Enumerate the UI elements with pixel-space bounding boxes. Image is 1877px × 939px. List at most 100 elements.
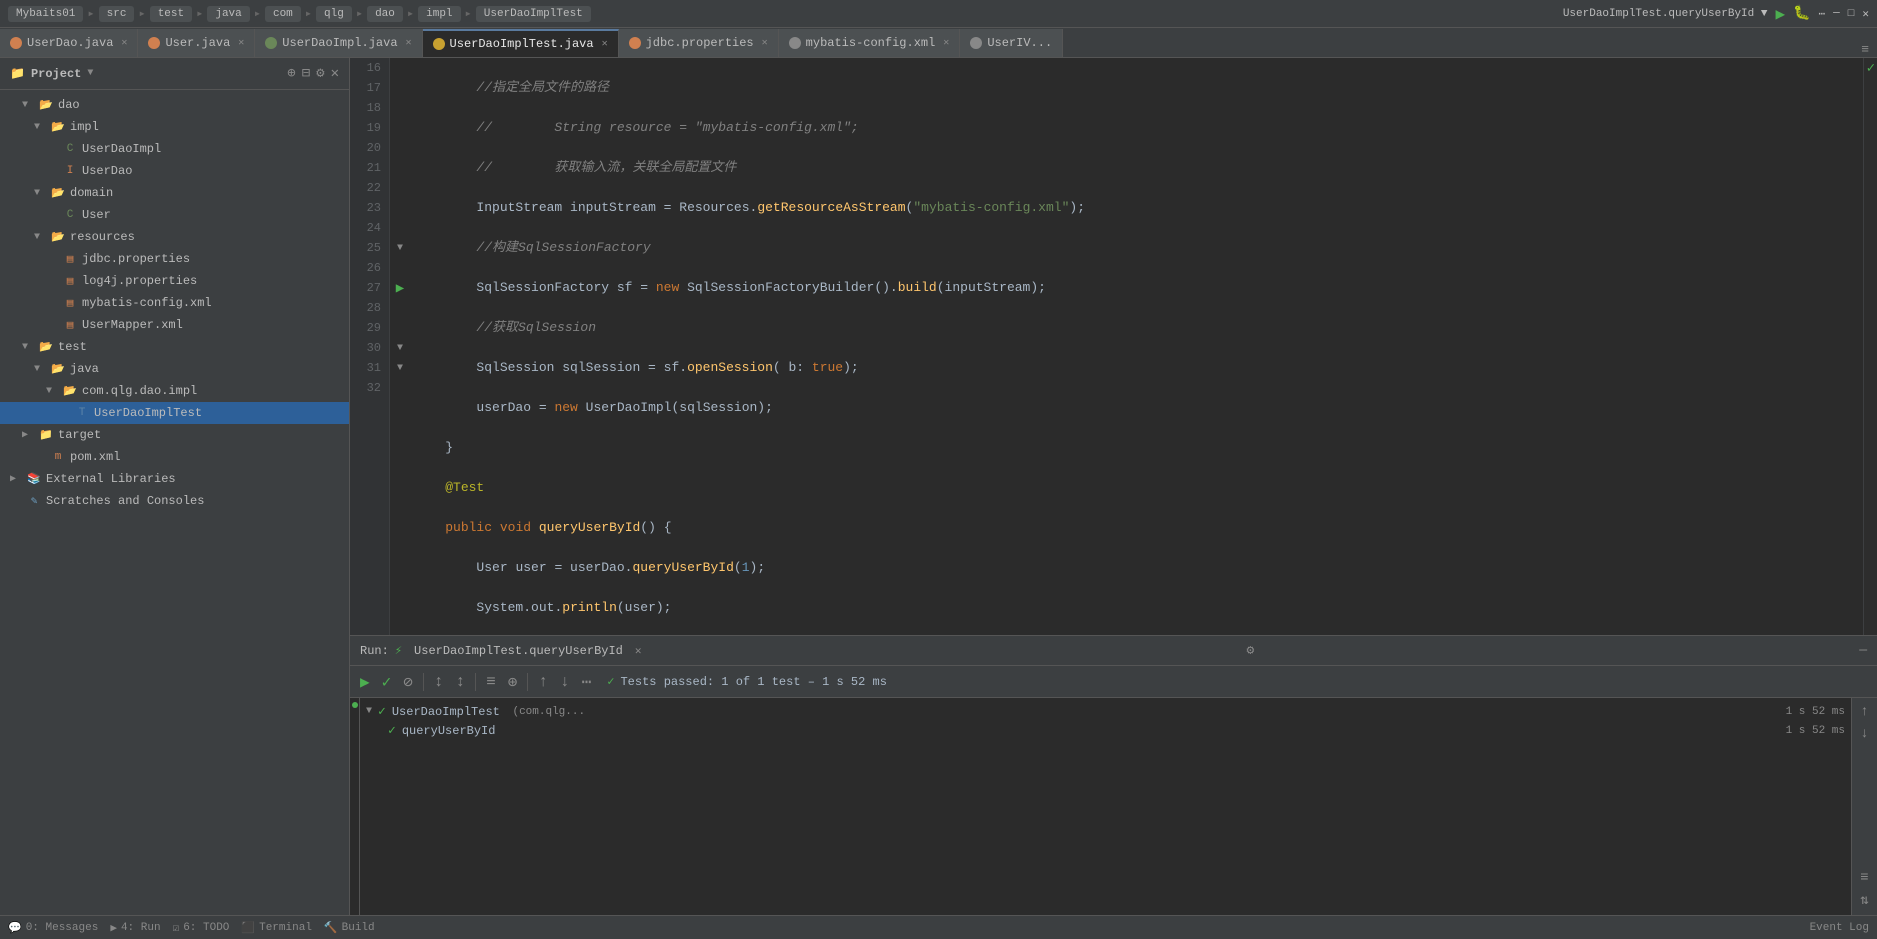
sidebar-settings-icon[interactable]: ⚙ (316, 65, 324, 82)
tab-jdbc[interactable]: jdbc.properties ✕ (619, 29, 779, 57)
status-event-log[interactable]: Event Log (1810, 922, 1869, 934)
run-tree-expand: ▼ (366, 706, 372, 717)
tree-item-package[interactable]: ▼ 📂 com.qlg.dao.impl (0, 380, 349, 402)
title-tab-impl[interactable]: impl (418, 6, 460, 22)
gutter-22 (390, 178, 410, 198)
tab-close-userdaoimpltest[interactable]: ✕ (602, 38, 608, 50)
run-filter-button[interactable]: ≡ (482, 671, 500, 693)
code-line-18: // 获取输入流，关联全局配置文件 (414, 158, 1863, 178)
title-tab-qlg[interactable]: qlg (316, 6, 352, 22)
run-settings-icon[interactable]: ⚙ (1246, 643, 1254, 658)
run-right-menu[interactable]: ≡ (1858, 868, 1870, 888)
run-tab-close[interactable]: ✕ (635, 644, 642, 658)
run-tree-item-class[interactable]: ▼ ✓ UserDaoImplTest (com.qlg... 1 s 52 m… (360, 702, 1851, 721)
code-line-27: public void queryUserById() { (414, 518, 1863, 538)
main-area: 📁 Project ▼ ⊕ ⊟ ⚙ ✕ ▼ 📂 dao (0, 58, 1877, 915)
gutter-31: ▼ (390, 358, 410, 378)
tree-item-log4j[interactable]: ▤ log4j.properties (0, 270, 349, 292)
run-scroll-up[interactable]: ↑ (1858, 702, 1870, 722)
tab-mybatis[interactable]: mybatis-config.xml ✕ (779, 29, 961, 57)
run-up-button[interactable]: ↑ (534, 671, 552, 693)
minimize-button[interactable]: ─ (1833, 8, 1840, 20)
more-button[interactable]: ⋯ (1819, 7, 1826, 21)
tab-user[interactable]: User.java ✕ (138, 29, 255, 57)
code-container[interactable]: 16 17 18 19 20 21 22 23 24 25 26 27 28 2… (350, 58, 1877, 635)
tab-close-user[interactable]: ✕ (238, 37, 244, 49)
run-play-button[interactable]: ▶ (356, 670, 374, 694)
code-content[interactable]: //指定全局文件的路径 // String resource = "mybati… (410, 58, 1863, 635)
run-config-dropdown[interactable]: UserDaoImplTest.queryUserById ▼ (1563, 8, 1768, 20)
run-right-extra[interactable]: ⇅ (1858, 890, 1870, 911)
ln-31: 31 (354, 358, 381, 378)
tree-item-resources[interactable]: ▼ 📂 resources (0, 226, 349, 248)
tree-item-impl[interactable]: ▼ 📂 impl (0, 116, 349, 138)
run-button[interactable]: ▶ (1775, 4, 1785, 24)
sidebar-close-icon[interactable]: ✕ (331, 65, 339, 82)
tree-item-userdaoimpl[interactable]: C UserDaoImpl (0, 138, 349, 160)
tree-item-domain[interactable]: ▼ 📂 domain (0, 182, 349, 204)
tab-close-mybatis[interactable]: ✕ (943, 37, 949, 49)
tree-item-jdbc[interactable]: ▤ jdbc.properties (0, 248, 349, 270)
run-scroll-down[interactable]: ↓ (1858, 724, 1870, 744)
status-messages[interactable]: 💬 0: Messages (8, 921, 98, 935)
title-sep2: ▸ (138, 6, 145, 21)
run-check-button[interactable]: ✓ (378, 670, 396, 694)
title-tab-src[interactable]: src (99, 6, 135, 22)
tree-item-user[interactable]: C User (0, 204, 349, 226)
sidebar-collapse-icon[interactable]: ⊟ (302, 65, 310, 82)
code-line-21: SqlSessionFactory sf = new SqlSessionFac… (414, 278, 1863, 298)
sidebar-title-label: Project (31, 67, 81, 81)
title-tab-test[interactable]: test (150, 6, 192, 22)
tab-userdaoimpl[interactable]: UserDaoImpl.java ✕ (255, 29, 422, 57)
status-todo[interactable]: ☑ 6: TODO (173, 921, 230, 935)
tab-close-userdao[interactable]: ✕ (121, 37, 127, 49)
title-tab-dao[interactable]: dao (367, 6, 403, 22)
tab-close-userdaoimpl[interactable]: ✕ (406, 37, 412, 49)
run-more-button[interactable]: ⋯ (578, 670, 596, 694)
status-build[interactable]: 🔨 Build (324, 921, 375, 935)
run-sort-asc-button[interactable]: ↕ (430, 671, 448, 693)
run-stop-button[interactable]: ⊘ (399, 670, 417, 694)
tree-item-userdaoimpltest[interactable]: T UserDaoImplTest (0, 402, 349, 424)
tree-item-scratches[interactable]: ✎ Scratches and Consoles (0, 490, 349, 512)
code-line-22: //获取SqlSession (414, 318, 1863, 338)
title-tab-com[interactable]: com (265, 6, 301, 22)
title-tab-mybaits[interactable]: Mybaits01 (8, 6, 83, 22)
sidebar-locate-icon[interactable]: ⊕ (287, 65, 295, 82)
code-line-26: @Test (414, 478, 1863, 498)
tree-item-usermapper[interactable]: ▤ UserMapper.xml (0, 314, 349, 336)
file-icon-userdao: I (62, 163, 78, 179)
sidebar-dropdown-icon[interactable]: ▼ (87, 68, 93, 79)
run-expand-button[interactable]: ⊕ (504, 670, 522, 694)
tab-userdao[interactable]: UserDao.java ✕ (0, 29, 138, 57)
sidebar-icons: ⊕ ⊟ ⚙ ✕ (287, 65, 339, 82)
run-tab-label[interactable]: UserDaoImplTest.queryUserById (408, 642, 629, 660)
run-tree-item-method[interactable]: ✓ queryUserById 1 s 52 ms (360, 721, 1851, 740)
run-tree: ▼ ✓ UserDaoImplTest (com.qlg... 1 s 52 m… (360, 698, 1851, 915)
tree-item-mybatis[interactable]: ▤ mybatis-config.xml (0, 292, 349, 314)
tab-label-jdbc: jdbc.properties (646, 36, 754, 50)
tab-useriv[interactable]: UserIV... (960, 29, 1063, 57)
tree-item-test[interactable]: ▼ 📂 test (0, 336, 349, 358)
tree-item-pom[interactable]: m pom.xml (0, 446, 349, 468)
run-minimize-icon[interactable]: ─ (1859, 643, 1867, 658)
tree-item-dao[interactable]: ▼ 📂 dao (0, 94, 349, 116)
status-terminal[interactable]: ⬛ Terminal (241, 921, 312, 935)
close-button[interactable]: ✕ (1862, 7, 1869, 21)
run-sort-desc-button[interactable]: ↕ (452, 671, 470, 693)
run-down-button[interactable]: ↓ (556, 671, 574, 693)
tree-item-external[interactable]: ▶ 📚 External Libraries (0, 468, 349, 490)
debug-button[interactable]: 🐛 (1793, 5, 1810, 22)
title-tab-userdaoimpltest[interactable]: UserDaoImplTest (476, 6, 591, 22)
gutter-27[interactable]: ▶ (390, 278, 410, 298)
status-run[interactable]: ▶ 4: Run (110, 921, 160, 935)
tabs-menu-icon[interactable]: ≡ (1861, 42, 1869, 57)
ln-16: 16 (354, 58, 381, 78)
title-tab-java[interactable]: java (207, 6, 249, 22)
tab-userdaoimpltest[interactable]: UserDaoImplTest.java ✕ (423, 29, 619, 57)
maximize-button[interactable]: □ (1848, 8, 1855, 20)
tree-item-target[interactable]: ▶ 📁 target (0, 424, 349, 446)
tab-close-jdbc[interactable]: ✕ (762, 37, 768, 49)
tree-item-userdao[interactable]: I UserDao (0, 160, 349, 182)
tree-item-java[interactable]: ▼ 📂 java (0, 358, 349, 380)
